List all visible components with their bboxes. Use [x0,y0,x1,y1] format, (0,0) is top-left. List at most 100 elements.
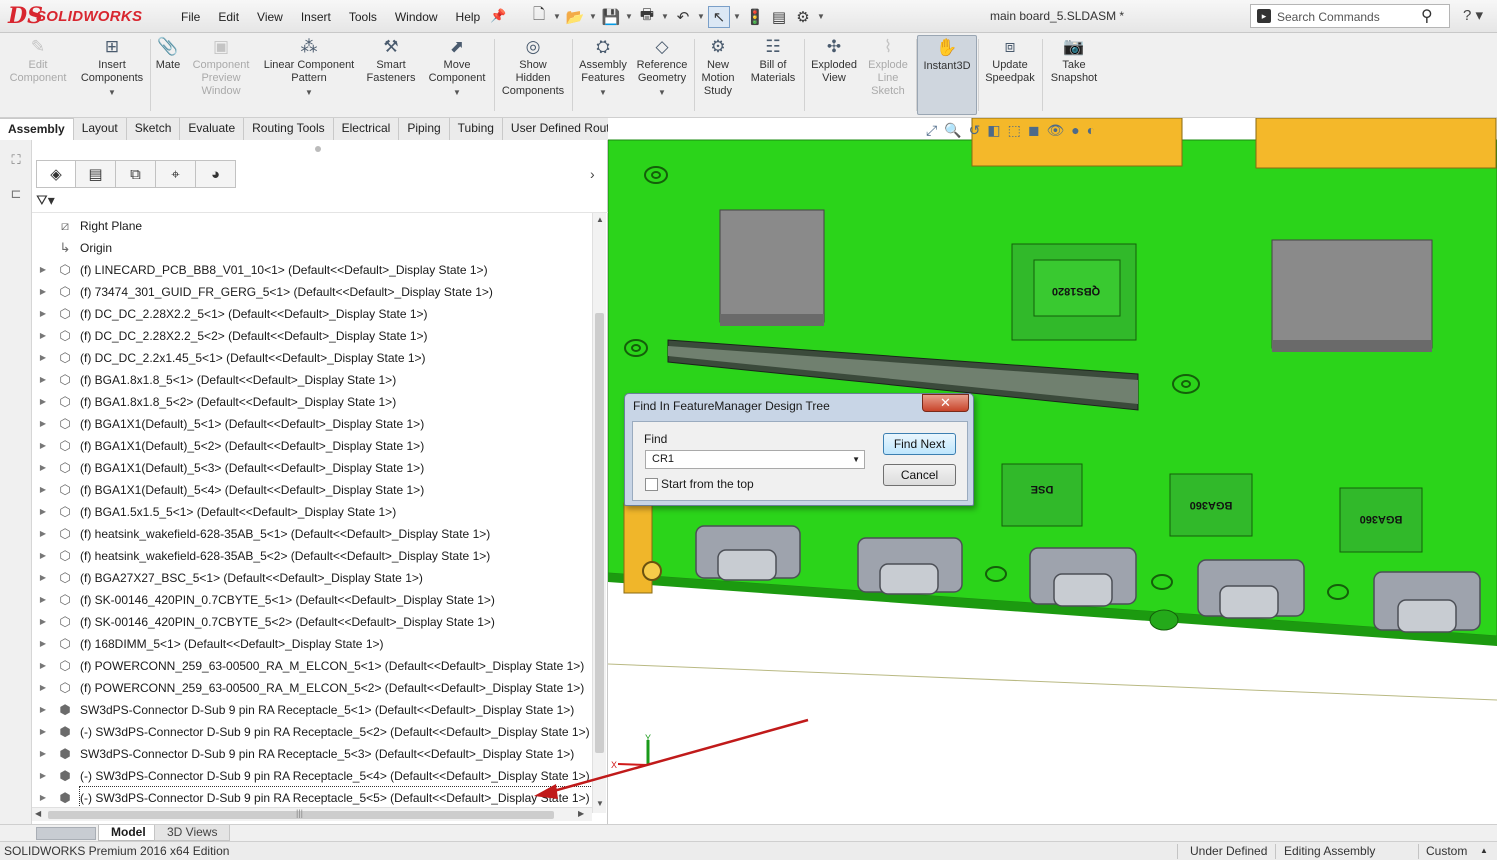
scroll-thumb[interactable] [595,313,604,753]
expand-arrow-icon[interactable]: ▶ [38,457,48,479]
expand-arrow-icon[interactable]: ▶ [38,391,48,413]
expand-arrow-icon[interactable]: ▶ [38,259,48,281]
chevron-down-icon[interactable]: ▼ [575,86,631,99]
start-from-top-checkbox[interactable] [645,478,658,491]
tab-piping[interactable]: Piping [399,118,450,140]
save-icon[interactable]: 💾 [600,6,622,28]
sketch-strip-icon[interactable]: ⊏ [5,186,27,208]
ribbon-instant3d-button[interactable]: ✋ Instant3D [917,35,977,115]
expand-arrow-icon[interactable]: ▶ [38,435,48,457]
tab-assembly[interactable]: Assembly [0,118,74,140]
expand-arrow-icon[interactable]: ▶ [38,325,48,347]
expand-arrow-icon[interactable]: ▶ [38,413,48,435]
panel-resize-grip[interactable] [315,146,321,152]
menu-insert[interactable]: Insert [292,10,340,24]
expand-arrow-icon[interactable]: ▶ [38,501,48,523]
solidworks-logo[interactable]: DS SOLIDWORKS [8,3,166,30]
view-orientation-icon[interactable]: ⬚ [1008,122,1021,144]
task-pane-icon[interactable]: ⛶ [5,152,27,174]
previous-view-icon[interactable]: ↺ [969,122,981,144]
new-dropdown-icon[interactable]: ▼ [552,12,562,21]
expand-arrow-icon[interactable]: ▶ [38,479,48,501]
tree-vertical-scrollbar[interactable]: ▲ ▼ [592,213,606,813]
ribbon-edit-component-button[interactable]: ✎ Edit Component [4,35,72,115]
tree-item[interactable]: ▶ ⬡ (f) BGA1.8x1.8_5<2> (Default<<Default>… [32,391,592,413]
ribbon-speedpak-button[interactable]: ⧈ Update Speedpak [980,35,1040,115]
tree-item[interactable]: ▶ ⬡ (f) 73474_301_GUID_FR_GERG_5<1> (Defau… [32,281,592,303]
edit-appearance-icon[interactable]: ● [1071,122,1079,144]
find-input[interactable]: CR1 ▼ [645,450,865,469]
zoom-area-icon[interactable]: 🔍 [944,122,961,144]
tree-item[interactable]: ▶ ⬡ (f) 168DIMM_5<1> (Default<<Default>_Di… [32,633,592,655]
chevron-down-icon[interactable]: ▼ [76,86,148,99]
tab-evaluate[interactable]: Evaluate [180,118,245,140]
chevron-down-icon[interactable]: ▼ [632,86,692,99]
options-gear-icon[interactable]: ⚙ [792,6,814,28]
ribbon-reference-geometry-button[interactable]: ◇ Reference Geometry ▼ [632,35,692,115]
print-dropdown-icon[interactable]: ▼ [660,12,670,21]
tree-item[interactable]: ▶ ⬡ (f) BGA1.8x1.8_5<1> (Default<<Default>… [32,369,592,391]
tree-item[interactable]: ▶ ⬡ (f) heatsink_wakefield-628-35AB_5<2> (… [32,545,592,567]
tab-scroll-buttons[interactable] [36,827,96,840]
tree-item[interactable]: ▶ ⬡ (f) DC_DC_2.28X2.2_5<2> (Default<<Defa… [32,325,592,347]
feature-manager-tab-icon[interactable]: ◈ [36,160,76,188]
configuration-manager-tab-icon[interactable]: ⧉ [116,160,156,188]
ribbon-exploded-view-button[interactable]: ✣ Exploded View [806,35,862,115]
tab-routing-tools[interactable]: Routing Tools [244,118,334,140]
open-folder-icon[interactable]: 📂 [564,6,586,28]
tree-item[interactable]: ▶ ⬢ (-) SW3dPS-Connector D-Sub 9 pin RA Re… [32,721,592,743]
tab-layout[interactable]: Layout [73,118,127,140]
units-status[interactable]: Custom [1426,842,1467,860]
undo-dropdown-icon[interactable]: ▼ [696,12,706,21]
expand-arrow-icon[interactable]: ▶ [38,655,48,677]
menu-view[interactable]: View [248,10,292,24]
tab-user-defined-route[interactable]: User Defined Route [502,118,626,140]
tree-item[interactable]: ▶ ⬡ (f) BGA1.5x1.5_5<1> (Default<<Default>… [32,501,592,523]
tree-item[interactable]: ▶ ⬡ (f) BGA1X1(Default)_5<1> (Default<<Def… [32,413,592,435]
menu-file[interactable]: File [172,10,209,24]
section-view-icon[interactable]: ◧ [987,122,1000,144]
expand-arrow-icon[interactable]: ▶ [38,677,48,699]
tree-item[interactable]: ⧄ Right Plane [32,215,592,237]
options-dropdown-icon[interactable]: ▼ [816,12,826,21]
expand-arrow-icon[interactable]: ▶ [38,303,48,325]
tree-item[interactable]: ▶ ⬢ (-) SW3dPS-Connector D-Sub 9 pin RA Re… [32,786,592,810]
expand-arrow-icon[interactable]: ▶ [38,633,48,655]
tree-horizontal-scrollbar[interactable]: ◀ ||| ▶ [32,807,592,821]
tree-item[interactable]: ▶ ⬡ (f) DC_DC_2.28X2.2_5<1> (Default<<Defa… [32,303,592,325]
ribbon-insert-components-button[interactable]: ⊞ Insert Components ▼ [76,35,148,115]
tree-item[interactable]: ▶ ⬡ (f) LINECARD_PCB_BB8_V01_10<1> (Defaul… [32,259,592,281]
tree-item[interactable]: ▶ ⬡ (f) POWERCONN_259_63-00500_RA_M_ELCON_… [32,655,592,677]
property-manager-tab-icon[interactable]: ▤ [76,160,116,188]
ribbon-linear-pattern-button[interactable]: ⁂ Linear Component Pattern ▼ [258,35,360,115]
scroll-down-icon[interactable]: ▼ [595,799,605,808]
new-document-icon[interactable]: 🗋 [528,6,550,28]
select-cursor-icon[interactable]: ↖ [708,5,730,28]
expand-arrow-icon[interactable]: ▶ [38,589,48,611]
dimxpert-manager-tab-icon[interactable]: ⌖ [156,160,196,188]
expand-arrow-icon[interactable]: ▶ [38,347,48,369]
ribbon-bill-of-materials-button[interactable]: ☷ Bill of Materials [746,35,800,115]
tab-model[interactable]: Model [98,825,159,841]
expand-arrow-icon[interactable]: ▶ [38,611,48,633]
close-icon[interactable]: ✕ [922,394,969,412]
scroll-right-icon[interactable]: ▶ [578,809,584,818]
menu-window[interactable]: Window [386,10,447,24]
expand-arrow-icon[interactable]: ▶ [38,743,48,765]
display-manager-tab-icon[interactable]: ◕ [196,160,236,188]
tree-item[interactable]: ▶ ⬡ (f) POWERCONN_259_63-00500_RA_M_ELCON_… [32,677,592,699]
expand-arrow-icon[interactable]: ▶ [38,281,48,303]
ribbon-motion-study-button[interactable]: ⚙ New Motion Study [696,35,740,115]
select-dropdown-icon[interactable]: ▼ [732,12,742,21]
chevron-right-icon[interactable]: › [590,166,595,182]
tree-item[interactable]: ▶ ⬢ (-) SW3dPS-Connector D-Sub 9 pin RA Re… [32,765,592,787]
tree-item[interactable]: ▶ ⬡ (f) SK-00146_420PIN_0.7CBYTE_5<1> (Def… [32,589,592,611]
tab-sketch[interactable]: Sketch [126,118,181,140]
ribbon-component-preview-button[interactable]: ▣ Component Preview Window [186,35,256,115]
save-dropdown-icon[interactable]: ▼ [624,12,634,21]
tree-item[interactable]: ▶ ⬡ (f) SK-00146_420PIN_0.7CBYTE_5<2> (Def… [32,611,592,633]
file-properties-icon[interactable]: ▤ [768,6,790,28]
tree-item[interactable]: ▶ ⬡ (f) DC_DC_2.2x1.45_5<1> (Default<<Defa… [32,347,592,369]
expand-arrow-icon[interactable]: ▶ [38,699,48,721]
zoom-to-fit-icon[interactable]: ⤢ [926,122,937,144]
